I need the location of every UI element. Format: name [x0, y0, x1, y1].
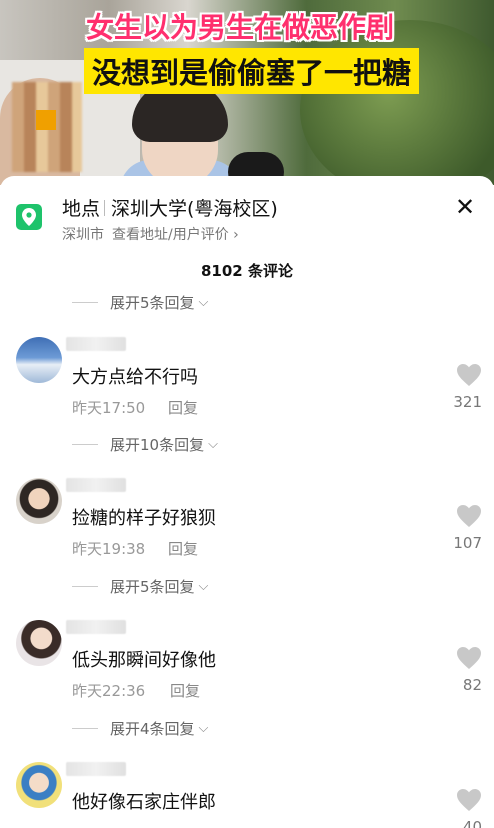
divider-line — [72, 302, 98, 303]
expand-replies-button[interactable]: 展开5条回复 ⌵ — [72, 292, 208, 313]
video-caption-line1: 女生以为男生在做恶作剧 — [86, 11, 395, 44]
chevron-right-icon: › — [233, 227, 239, 243]
video-caption-line2: 没想到是偷偷塞了一把糖 — [84, 48, 420, 94]
chevron-down-icon: ⌵ — [198, 721, 209, 736]
mosaic-blur-highlight — [36, 110, 56, 130]
like-count: 321 — [453, 393, 482, 411]
username-blurred[interactable] — [66, 762, 126, 776]
heart-icon[interactable] — [456, 504, 482, 528]
comment-time: 昨天17:50 — [72, 399, 146, 417]
comment-item: 大方点给不行吗 昨天17:50 回复 321 — [0, 337, 494, 427]
expand-replies-label: 展开5条回复 — [110, 578, 195, 596]
like-count: 107 — [453, 534, 482, 552]
location-name: 深圳大学(粤海校区) — [111, 198, 278, 220]
like-count: 82 — [462, 676, 482, 694]
heart-icon[interactable] — [456, 788, 482, 812]
avatar[interactable] — [16, 478, 62, 524]
chevron-down-icon: ⌵ — [198, 295, 209, 310]
heart-icon[interactable] — [456, 646, 482, 670]
divider-line — [72, 728, 98, 729]
comment-text: 低头那瞬间好像他 — [72, 650, 216, 671]
video-player[interactable]: 女生以为男生在做恶作剧 没想到是偷偷塞了一把糖 — [0, 0, 494, 185]
close-icon[interactable]: ✕ — [452, 194, 478, 220]
divider-line — [72, 586, 98, 587]
chevron-down-icon: ⌵ — [198, 579, 209, 594]
username-blurred[interactable] — [66, 620, 126, 634]
like-count: 40 — [462, 818, 482, 828]
comment-sheet: 地点 深圳大学(粤海校区) 深圳市 查看地址/用户评价 › ✕ 8102 条评论 展… — [0, 176, 494, 828]
heart-icon[interactable] — [456, 363, 482, 387]
location-divider — [104, 200, 106, 216]
avatar[interactable] — [16, 337, 62, 383]
divider-line — [72, 444, 98, 445]
comment-text: 他好像石家庄伴郎 — [72, 792, 216, 813]
comment-item: 捡糖的样子好狼狈 昨天19:38 回复 107 — [0, 478, 494, 568]
comment-count: 8102 条评论 — [201, 262, 293, 280]
location-subtitle[interactable]: 深圳市 查看地址/用户评价 › — [62, 224, 239, 244]
expand-replies-button[interactable]: 展开4条回复 ⌵ — [72, 718, 208, 739]
comment-text: 大方点给不行吗 — [72, 367, 198, 388]
location-title[interactable]: 地点 深圳大学(粤海校区) — [62, 194, 278, 221]
expand-replies-label: 展开5条回复 — [110, 294, 195, 312]
location-city: 深圳市 — [62, 227, 104, 243]
reply-button[interactable]: 回复 — [170, 680, 200, 701]
comment-text: 捡糖的样子好狼狈 — [72, 508, 216, 529]
reply-button[interactable]: 回复 — [168, 397, 198, 418]
comment-item: 低头那瞬间好像他 昨天22:36 回复 82 — [0, 620, 494, 710]
username-blurred[interactable] — [66, 478, 126, 492]
expand-replies-label: 展开4条回复 — [110, 720, 195, 738]
avatar[interactable] — [16, 620, 62, 666]
location-label: 地点 — [62, 198, 101, 220]
chevron-down-icon: ⌵ — [208, 437, 218, 452]
location-link[interactable]: 查看地址/用户评价 — [112, 227, 229, 243]
expand-replies-button[interactable]: 展开5条回复 ⌵ — [72, 576, 208, 597]
location-pin-icon[interactable] — [16, 204, 42, 230]
reply-button[interactable]: 回复 — [168, 538, 198, 559]
username-blurred[interactable] — [66, 337, 126, 351]
avatar[interactable] — [16, 762, 62, 808]
expand-replies-button[interactable]: 展开10条回复 ⌵ — [72, 434, 218, 455]
expand-replies-label: 展开10条回复 — [110, 436, 205, 454]
comment-item: 他好像石家庄伴郎 40 — [0, 762, 494, 828]
comment-time: 昨天22:36 — [72, 682, 146, 700]
comment-time: 昨天19:38 — [72, 540, 146, 558]
